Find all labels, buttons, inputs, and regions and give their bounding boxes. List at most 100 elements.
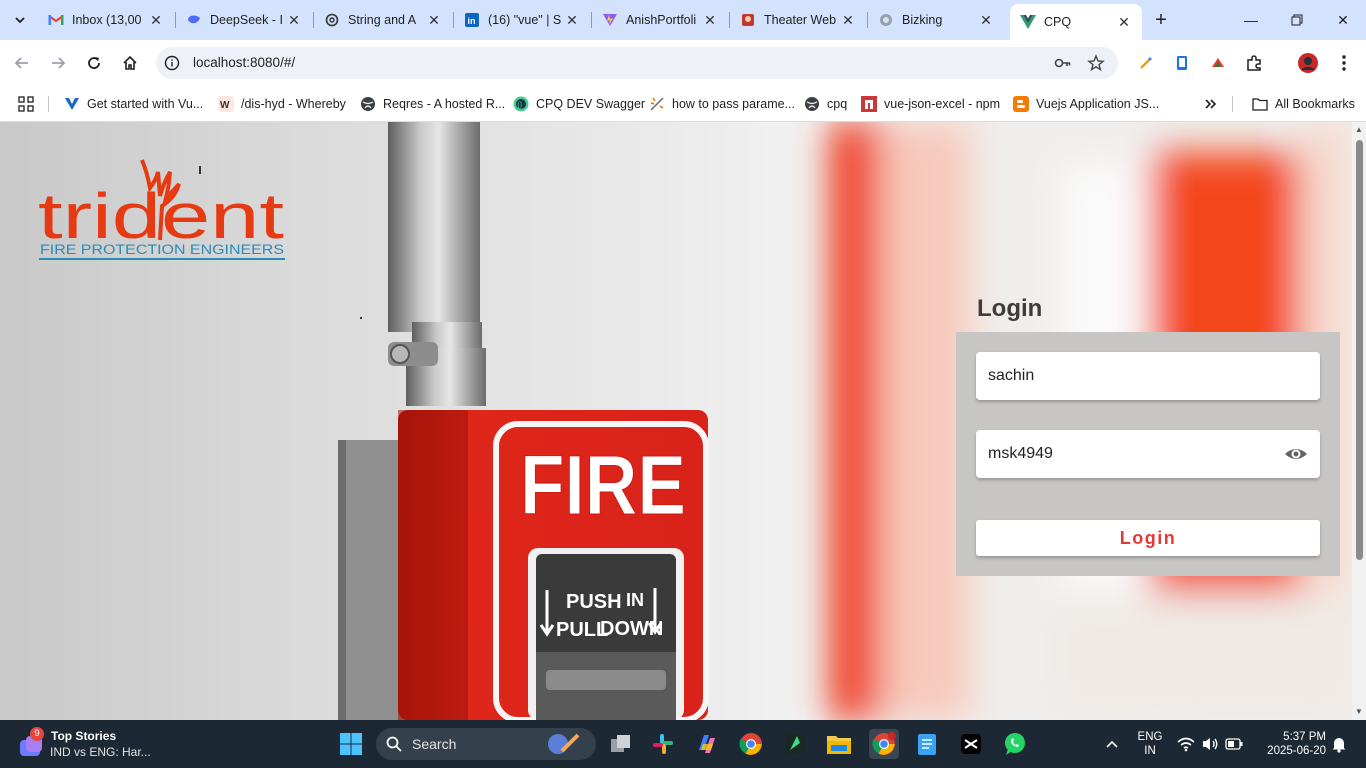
apps-button[interactable] bbox=[18, 92, 34, 116]
bookmark-vuejs-application[interactable]: Vuejs Application JS... bbox=[1013, 92, 1159, 116]
close-icon[interactable]: ✕ bbox=[286, 12, 302, 28]
chevron-up-icon bbox=[1106, 740, 1118, 748]
tab-cpq[interactable]: CPQ ✕ bbox=[1010, 4, 1142, 40]
reload-icon bbox=[88, 57, 100, 69]
clipboard-extension-icon[interactable] bbox=[1172, 53, 1192, 73]
minimize-button[interactable]: — bbox=[1228, 6, 1274, 34]
bookmark-label: Get started with Vu... bbox=[87, 97, 204, 111]
clock-date: 2025-06-20 bbox=[1267, 745, 1326, 757]
close-icon[interactable]: ✕ bbox=[148, 12, 164, 28]
tab-gmail[interactable]: Inbox (13,00 ✕ bbox=[38, 4, 174, 36]
tab-portfolio[interactable]: AnishPortfoli ✕ bbox=[592, 4, 728, 36]
username-field[interactable] bbox=[976, 352, 1320, 400]
page-scrollbar[interactable]: ▲ ▼ bbox=[1352, 122, 1366, 720]
bookmarks-overflow-button[interactable] bbox=[1204, 92, 1218, 116]
taskbar-search[interactable]: Search bbox=[376, 728, 596, 760]
news-widget[interactable]: 9 Top Stories IND vs ENG: Har... bbox=[18, 726, 178, 762]
password-input[interactable] bbox=[976, 430, 1266, 478]
scroll-up-icon[interactable]: ▲ bbox=[1355, 126, 1363, 134]
chrome-active-icon[interactable] bbox=[869, 729, 899, 759]
globe-icon bbox=[360, 96, 376, 112]
bookmark-label: CPQ DEV Swagger bbox=[536, 97, 646, 111]
tab-title: Theater Web bbox=[764, 13, 837, 27]
chrome-icon[interactable] bbox=[737, 730, 765, 758]
gmail-icon bbox=[48, 12, 64, 28]
browser-tab-strip: Inbox (13,00 ✕ DeepSeek - I ✕ String and… bbox=[0, 0, 1366, 40]
in-text: IN bbox=[626, 590, 644, 610]
search-label: Search bbox=[412, 736, 457, 752]
reload-button[interactable] bbox=[80, 49, 108, 77]
whatsapp-icon[interactable] bbox=[1001, 730, 1029, 758]
site-info-icon[interactable] bbox=[164, 55, 180, 71]
close-icon[interactable]: ✕ bbox=[702, 12, 718, 28]
close-icon[interactable]: ✕ bbox=[426, 12, 442, 28]
star-icon[interactable] bbox=[1087, 54, 1105, 72]
fire-text: FIRE bbox=[520, 438, 686, 532]
close-icon[interactable]: ✕ bbox=[1116, 14, 1132, 30]
news-subtitle: IND vs ENG: Har... bbox=[50, 745, 151, 759]
login-button[interactable]: Login bbox=[976, 520, 1320, 556]
profile-avatar[interactable] bbox=[1297, 52, 1319, 74]
password-key-icon[interactable] bbox=[1054, 54, 1072, 72]
url-text: localhost:8080/#/ bbox=[193, 55, 296, 70]
eyedropper-extension-icon[interactable] bbox=[1136, 53, 1156, 73]
tab-chatgpt[interactable]: String and A ✕ bbox=[314, 4, 452, 36]
close-icon[interactable]: ✕ bbox=[840, 12, 856, 28]
start-button[interactable] bbox=[337, 730, 365, 758]
all-bookmarks-label: All Bookmarks bbox=[1275, 97, 1355, 111]
vue-devtools-extension-icon[interactable] bbox=[1208, 53, 1228, 73]
tab-deepseek[interactable]: DeepSeek - I ✕ bbox=[176, 4, 312, 36]
new-tab-button[interactable]: + bbox=[1148, 8, 1174, 32]
username-input[interactable] bbox=[976, 352, 1266, 400]
close-icon[interactable]: ✕ bbox=[978, 12, 994, 28]
svg-text:W: W bbox=[220, 100, 230, 111]
language-code: ENG bbox=[1137, 731, 1163, 743]
home-button[interactable] bbox=[116, 49, 144, 77]
bookmark-label: Reqres - A hosted R... bbox=[383, 97, 506, 111]
bookmark-reqres[interactable]: Reqres - A hosted R... bbox=[360, 92, 505, 116]
extensions-icon[interactable] bbox=[1244, 53, 1264, 73]
bookmark-vuetify[interactable]: Get started with Vu... bbox=[64, 92, 203, 116]
forward-button[interactable] bbox=[44, 49, 72, 77]
password-field[interactable] bbox=[976, 430, 1320, 478]
copilot-icon[interactable] bbox=[693, 730, 721, 758]
more-menu-icon[interactable] bbox=[1334, 53, 1354, 73]
scrollbar-thumb[interactable] bbox=[1356, 140, 1363, 560]
home-icon bbox=[123, 55, 137, 70]
show-hidden-icons-button[interactable] bbox=[1098, 730, 1126, 758]
capcut-icon[interactable] bbox=[957, 730, 985, 758]
close-icon[interactable]: ✕ bbox=[564, 12, 580, 28]
vue-icon bbox=[1020, 14, 1036, 30]
slack-icon[interactable] bbox=[649, 730, 677, 758]
bookmark-whereby[interactable]: W /dis-hyd - Whereby bbox=[218, 92, 346, 116]
tab-bizking[interactable]: Bizking ✕ bbox=[868, 4, 1004, 36]
file-explorer-icon[interactable] bbox=[825, 730, 853, 758]
notifications-button[interactable] bbox=[1330, 730, 1348, 758]
scroll-down-icon[interactable]: ▼ bbox=[1355, 708, 1363, 716]
back-button[interactable] bbox=[8, 49, 36, 77]
clock[interactable]: 5:37 PM 2025-06-20 bbox=[1256, 730, 1326, 758]
input-language[interactable]: ENG IN bbox=[1130, 730, 1170, 758]
blogger-icon bbox=[1013, 96, 1029, 112]
tab-search-button[interactable] bbox=[6, 8, 34, 32]
tab-title: String and A bbox=[348, 13, 417, 27]
bookmark-how-to-pass[interactable]: how to pass parame... bbox=[649, 92, 795, 116]
task-view-icon[interactable] bbox=[607, 730, 635, 758]
android-studio-icon[interactable] bbox=[781, 730, 809, 758]
all-bookmarks-button[interactable]: All Bookmarks bbox=[1252, 92, 1355, 116]
apps-grid-icon bbox=[18, 96, 34, 112]
globe-icon bbox=[878, 12, 894, 28]
bookmark-cpq[interactable]: cpq bbox=[804, 92, 847, 116]
eye-icon[interactable] bbox=[1284, 443, 1308, 465]
tab-theater[interactable]: Theater Web ✕ bbox=[730, 4, 866, 36]
close-window-button[interactable]: ✕ bbox=[1320, 6, 1366, 34]
system-tray-status[interactable] bbox=[1174, 730, 1246, 758]
restore-button[interactable] bbox=[1274, 6, 1320, 34]
bookmark-swagger[interactable]: {} CPQ DEV Swagger bbox=[513, 92, 645, 116]
notepad-icon[interactable] bbox=[913, 730, 941, 758]
chatgpt-icon bbox=[324, 12, 340, 28]
bookmark-vue-json-excel[interactable]: vue-json-excel - npm bbox=[861, 92, 1000, 116]
address-bar[interactable]: localhost:8080/#/ bbox=[156, 47, 1118, 79]
tab-linkedin[interactable]: in (16) "vue" | S ✕ bbox=[454, 4, 590, 36]
region-code: IN bbox=[1144, 745, 1156, 757]
